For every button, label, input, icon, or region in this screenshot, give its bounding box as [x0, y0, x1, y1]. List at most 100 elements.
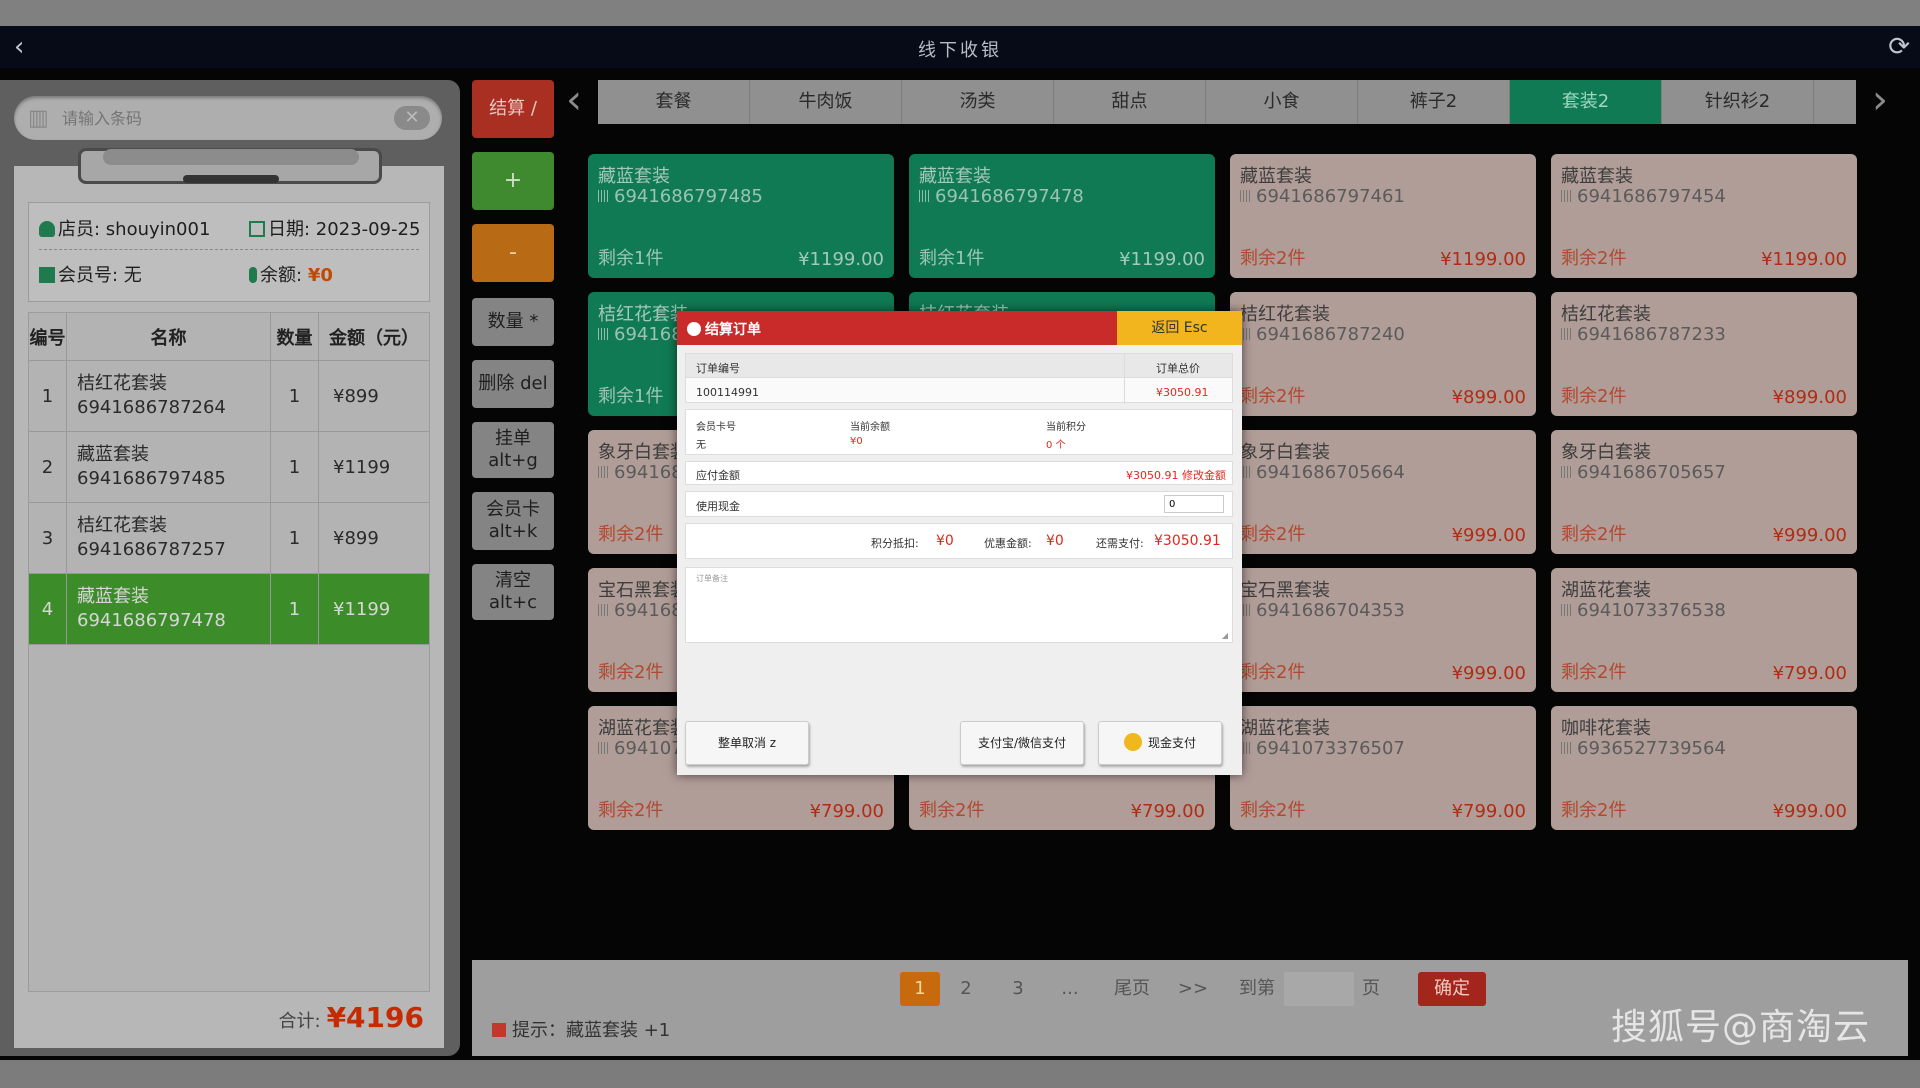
decrease-qty-button[interactable]: - — [472, 224, 554, 282]
row-qty: 1 — [271, 574, 319, 644]
product-code: 6941686797461 — [1240, 186, 1405, 207]
product-name: 宝石黑套装 — [598, 580, 688, 601]
clear-cart-button[interactable]: 清空 alt+c — [472, 564, 554, 620]
tabs-next-icon[interactable]: › — [1872, 78, 1888, 122]
product-price: ¥999.00 — [1451, 525, 1526, 546]
tab-category[interactable]: 裤子2 — [1358, 80, 1510, 124]
product-price: ¥899.00 — [1451, 387, 1526, 408]
page-3-button[interactable]: 3 — [998, 972, 1038, 1006]
member-summary: 会员卡号 无 当前余额 ¥0 当前积分 0 个 — [685, 409, 1233, 455]
tab-category[interactable]: 汤类 — [902, 80, 1054, 124]
barcode-search: ▥ ✕ — [14, 96, 442, 140]
product-code-text: 6941073376507 — [1256, 738, 1405, 759]
last-page-button[interactable]: 尾页 — [1104, 972, 1160, 1006]
category-tabs: 套餐 牛肉饭 汤类 甜点 小食 裤子2 套装2 针织衫2 — [598, 80, 1856, 124]
clear-search-icon[interactable]: ✕ — [394, 106, 430, 130]
product-code-text: 6941073376538 — [1577, 600, 1726, 621]
product-code: 6941686787240 — [1240, 324, 1405, 345]
item-code: 6941686797478 — [77, 610, 226, 631]
product-card[interactable]: 宝石黑套装 6941686704353 剩余2件 ¥999.00 — [1230, 568, 1536, 692]
goto-confirm-button[interactable]: 确定 — [1418, 972, 1486, 1006]
product-stock: 剩余2件 — [1240, 524, 1306, 545]
checkout-button[interactable]: 结算 / — [472, 80, 554, 138]
barcode-input[interactable] — [62, 104, 362, 132]
product-card[interactable]: 象牙白套装 6941686705657 剩余2件 ¥999.00 — [1551, 430, 1857, 554]
current-points-label: 当前积分 — [1046, 422, 1086, 433]
product-code: 6941073376538 — [1561, 600, 1726, 621]
product-card[interactable]: 湖蓝花套装 6941073376507 剩余2件 ¥799.00 — [1230, 706, 1536, 830]
increase-qty-button[interactable]: + — [472, 152, 554, 210]
tab-category[interactable]: 牛肉饭 — [750, 80, 902, 124]
product-name: 宝石黑套装 — [1240, 580, 1330, 601]
cash-pay-button[interactable]: 现金支付 — [1098, 721, 1222, 765]
hold-order-button[interactable]: 挂单 alt+g — [472, 422, 554, 478]
quantity-button[interactable]: 数量 * — [472, 298, 554, 346]
product-card[interactable]: 藏蓝套装 6941686797454 剩余2件 ¥1199.00 — [1551, 154, 1857, 278]
summary-header-bg — [686, 354, 1232, 378]
barcode-icon — [598, 466, 610, 478]
divider — [1124, 354, 1125, 404]
cancel-order-button[interactable]: 整单取消 z — [685, 721, 809, 765]
product-card[interactable]: 桔红花套装 6941686787233 剩余2件 ¥899.00 — [1551, 292, 1857, 416]
alipay-wechat-button[interactable]: 支付宝/微信支付 — [960, 721, 1084, 765]
goto-page-input[interactable] — [1284, 972, 1354, 1006]
order-no: 100114991 — [696, 386, 759, 399]
dialog-title-text: 结算订单 — [705, 322, 761, 338]
cash-input[interactable] — [1164, 495, 1224, 513]
product-card[interactable]: 咖啡花套装 6936527739564 剩余2件 ¥999.00 — [1551, 706, 1857, 830]
product-name: 桔红花套装 — [1561, 304, 1651, 325]
product-card[interactable]: 藏蓝套装 6941686797478 剩余1件 ¥1199.00 — [909, 154, 1215, 278]
product-price: ¥999.00 — [1772, 801, 1847, 822]
row-no: 1 — [29, 361, 67, 431]
tabs-prev-icon[interactable]: ‹ — [566, 78, 582, 122]
product-stock: 剩余1件 — [598, 248, 664, 269]
page-2-button[interactable]: 2 — [946, 972, 986, 1006]
refresh-icon[interactable]: ⟳ — [1888, 32, 1910, 62]
product-stock: 剩余2件 — [1240, 662, 1306, 683]
cart-header: 编号 名称 数量 金额（元） — [29, 313, 429, 361]
product-price: ¥1199.00 — [1440, 249, 1526, 270]
product-card[interactable]: 藏蓝套装 6941686797461 剩余2件 ¥1199.00 — [1230, 154, 1536, 278]
member-card-button[interactable]: 会员卡 alt+k — [472, 492, 554, 550]
product-code: 6941073376507 — [1240, 738, 1405, 759]
dialog-header: 结算订单 返回 Esc — [677, 311, 1242, 345]
tab-category[interactable]: 套餐 — [598, 80, 750, 124]
cart-row[interactable]: 3 桔红花套装 6941686787257 1 ¥899 — [29, 503, 429, 574]
cart-row[interactable]: 2 藏蓝套装 6941686797485 1 ¥1199 — [29, 432, 429, 503]
product-card[interactable]: 藏蓝套装 6941686797485 剩余1件 ¥1199.00 — [588, 154, 894, 278]
barcode-icon — [1240, 190, 1252, 202]
tab-category[interactable]: 针织衫2 — [1662, 80, 1814, 124]
product-code: 6941686787233 — [1561, 324, 1726, 345]
page-1-button[interactable]: 1 — [900, 972, 940, 1006]
product-name: 湖蓝花套装 — [598, 718, 688, 739]
order-note-area[interactable]: 订单备注 ◢ — [685, 567, 1233, 643]
watermark: 搜狐号@商淘云 — [1610, 1007, 1870, 1048]
delete-button[interactable]: 删除 del — [472, 360, 554, 408]
cash-pay-label: 现金支付 — [1147, 736, 1196, 750]
barcode-icon — [1561, 604, 1573, 616]
product-name: 湖蓝花套装 — [1240, 718, 1330, 739]
product-code-text: 6941686797454 — [1577, 186, 1726, 207]
row-qty: 1 — [271, 361, 319, 431]
cart-row[interactable]: 1 桔红花套装 6941686787264 1 ¥899 — [29, 361, 429, 432]
product-code: 6941686797478 — [919, 186, 1084, 207]
product-stock: 剩余2件 — [1561, 662, 1627, 683]
tab-category[interactable]: 甜点 — [1054, 80, 1206, 124]
product-code: 6936527739564 — [1561, 738, 1726, 759]
product-card[interactable]: 湖蓝花套装 6941073376538 剩余2件 ¥799.00 — [1551, 568, 1857, 692]
tab-category-active[interactable]: 套装2 — [1510, 80, 1662, 124]
divider — [39, 249, 419, 250]
dialog-back-button[interactable]: 返回 Esc — [1117, 311, 1242, 345]
cart-row-selected[interactable]: 4 藏蓝套装 6941686797478 1 ¥1199 — [29, 574, 429, 645]
product-code: 6941686797454 — [1561, 186, 1726, 207]
row-no: 4 — [29, 574, 67, 644]
tab-category[interactable]: 小食 — [1206, 80, 1358, 124]
product-card[interactable]: 桔红花套装 6941686787240 剩余2件 ¥899.00 — [1230, 292, 1536, 416]
col-name: 名称 — [67, 313, 271, 360]
payable-value[interactable]: ¥3050.91 修改金额 — [1126, 467, 1226, 483]
next-page-button[interactable]: >> — [1168, 972, 1218, 1006]
title-bar: ‹ 线下收银 ⟳ — [0, 26, 1920, 68]
product-name: 藏蓝套装 — [598, 166, 670, 187]
product-card[interactable]: 象牙白套装 6941686705664 剩余2件 ¥999.00 — [1230, 430, 1536, 554]
product-code: 6941686797485 — [598, 186, 763, 207]
